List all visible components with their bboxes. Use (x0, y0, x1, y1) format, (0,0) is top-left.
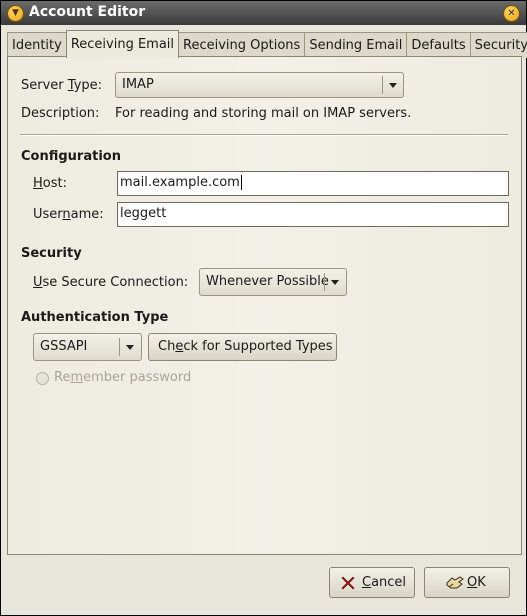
text-cursor (240, 175, 242, 190)
tab-security[interactable]: Security (469, 32, 527, 58)
title-bar[interactable]: ▼ Account Editor ✕ (1, 1, 526, 25)
server-type-label: Server Type: (21, 78, 103, 93)
tab-defaults[interactable]: Defaults (406, 32, 471, 58)
tab-identity[interactable]: Identity (7, 32, 67, 58)
cancel-x-icon (341, 576, 355, 590)
secure-connection-value: Whenever Possible (206, 274, 329, 289)
configuration-heading: Configuration (21, 149, 121, 164)
server-type-value: IMAP (122, 77, 154, 92)
window-title: Account Editor (29, 4, 146, 20)
host-input[interactable]: mail.example.com (117, 171, 509, 196)
description-label: Description: (21, 106, 100, 121)
authentication-type-combo[interactable]: GSSAPI (33, 333, 142, 361)
tab-receiving-email[interactable]: Receiving Email (65, 30, 180, 58)
authentication-type-value: GSSAPI (40, 339, 88, 354)
window-menu-icon[interactable]: ▼ (7, 5, 24, 22)
account-editor-window: ▼ Account Editor ✕ Identity Receiving Em… (0, 0, 527, 616)
secure-connection-combo[interactable]: Whenever Possible (199, 268, 347, 296)
secure-connection-label: Use Secure Connection: (33, 275, 189, 290)
remember-password-check[interactable] (36, 372, 49, 385)
window-close-icon[interactable]: ✕ (503, 5, 520, 22)
authentication-heading: Authentication Type (21, 310, 169, 325)
tab-receiving-options[interactable]: Receiving Options (178, 32, 306, 58)
tab-sending-email[interactable]: Sending Email (304, 32, 408, 58)
username-input[interactable]: leggett (117, 202, 509, 227)
ok-button[interactable]: OK (424, 567, 510, 598)
chevron-down-icon (389, 83, 397, 88)
remember-password-label: Remember password (54, 370, 192, 385)
ok-hand-icon (446, 576, 464, 589)
tab-strip: Identity Receiving Email Receiving Optio… (7, 30, 527, 58)
check-supported-types-button[interactable]: Check for Supported Types (148, 333, 337, 361)
receiving-email-panel: Server Type: IMAP Description: For readi… (7, 56, 522, 555)
divider (20, 134, 508, 136)
host-label: Host: (33, 176, 67, 191)
chevron-down-icon (331, 280, 339, 285)
description-value: For reading and storing mail on IMAP ser… (115, 106, 412, 121)
server-type-combo[interactable]: IMAP (115, 72, 404, 98)
security-heading: Security (21, 246, 82, 261)
cancel-button[interactable]: Cancel (329, 567, 415, 598)
username-label: Username: (33, 207, 104, 222)
chevron-down-icon (126, 345, 134, 350)
